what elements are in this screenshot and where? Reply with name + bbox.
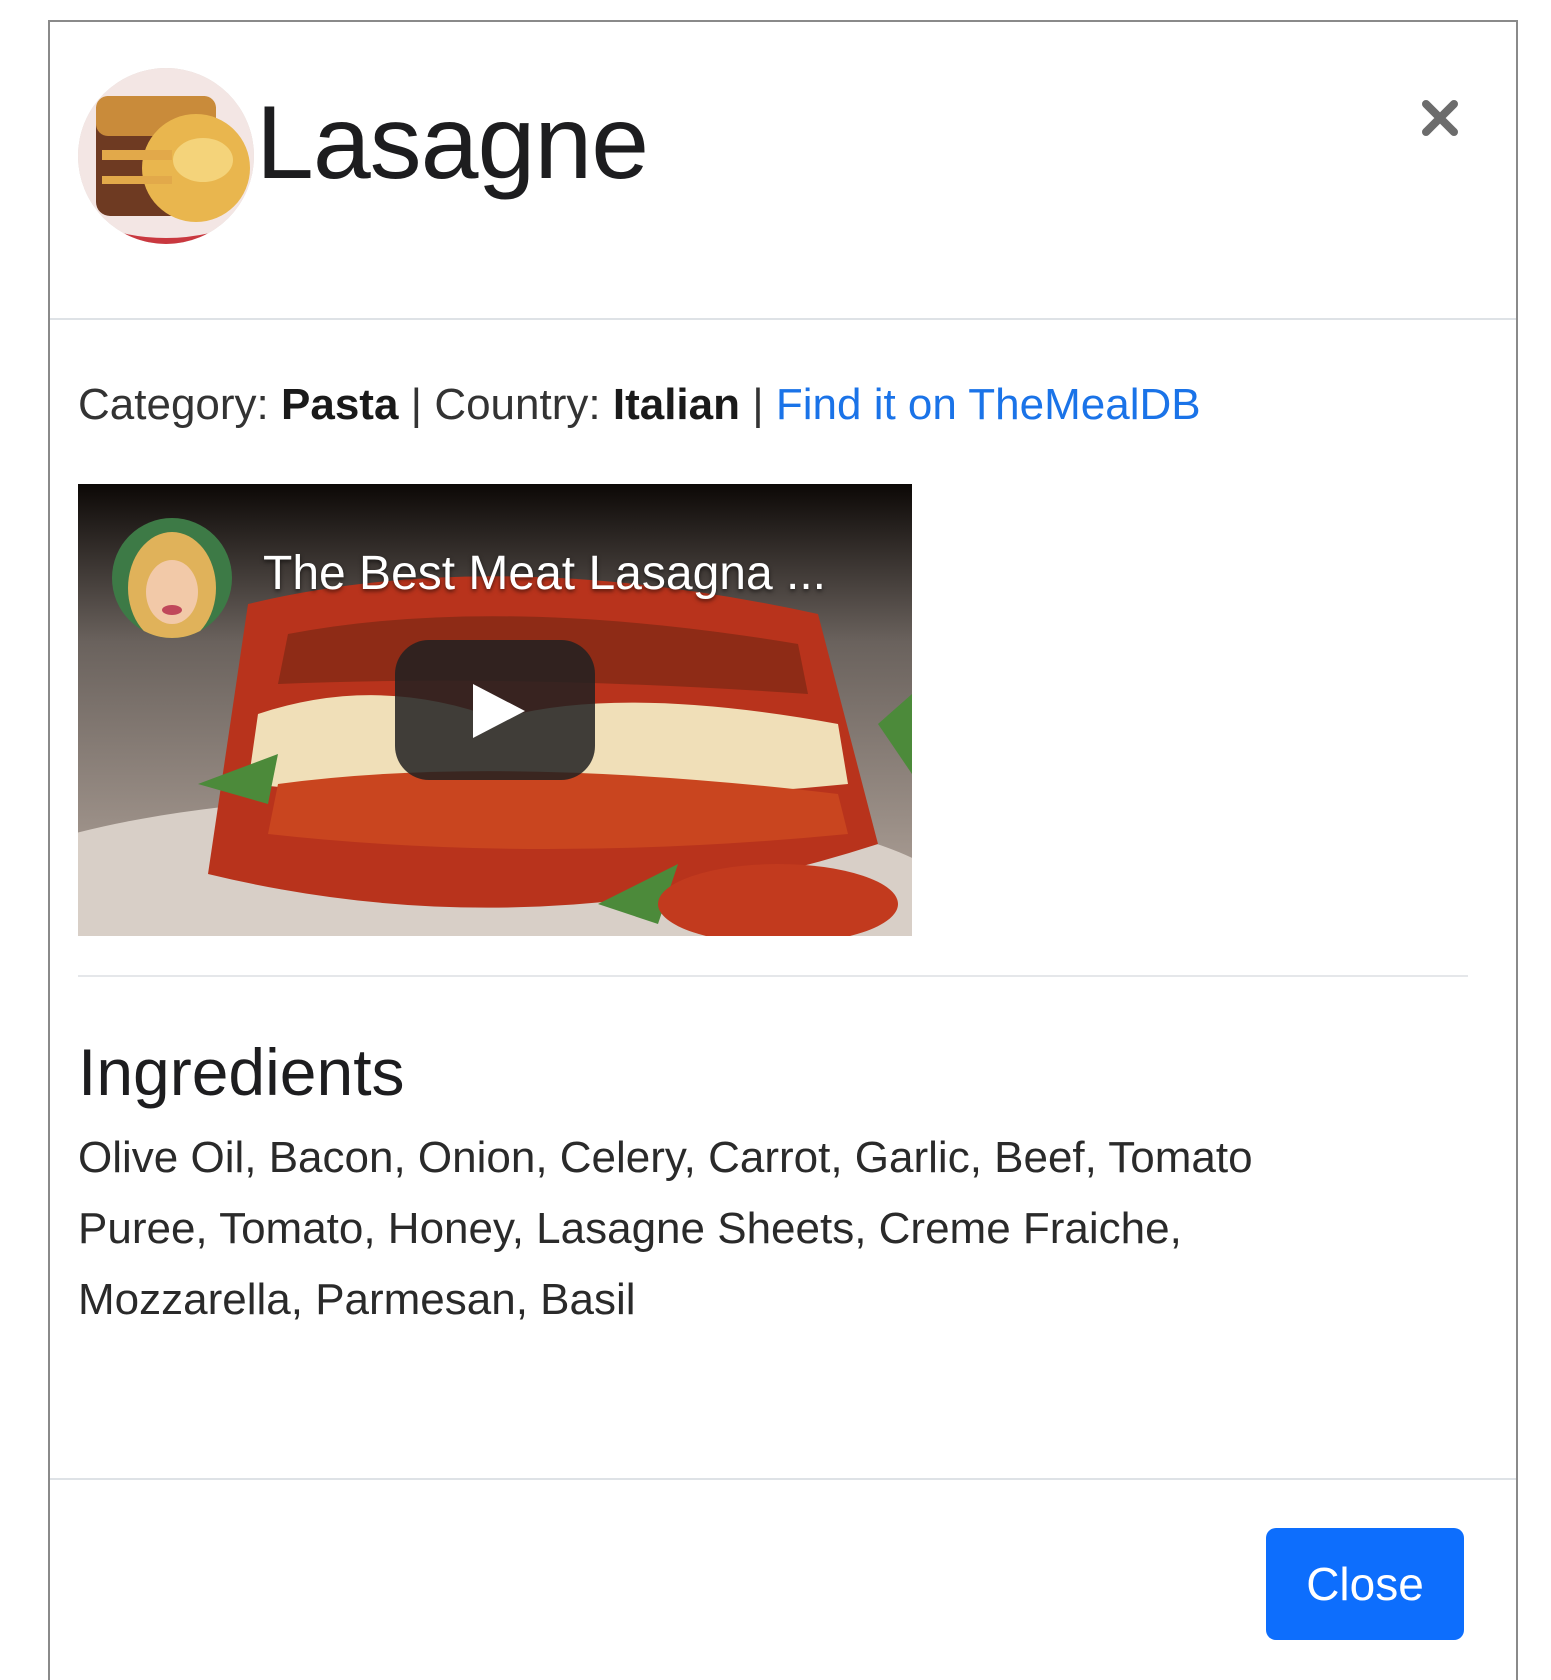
play-button[interactable]: [395, 640, 595, 780]
meta-separator: |: [398, 380, 435, 429]
close-icon[interactable]: [1410, 88, 1470, 148]
meal-modal: Lasagne Category: Pasta | Country: Itali…: [48, 20, 1518, 1680]
country-label: Country:: [434, 380, 601, 429]
modal-footer: Close: [50, 1478, 1516, 1678]
country-value: Italian: [612, 380, 740, 429]
category-label: Category:: [78, 380, 269, 429]
meal-thumbnail: [78, 68, 254, 244]
video-title[interactable]: The Best Meat Lasagna ...: [263, 546, 826, 601]
meal-meta: Category: Pasta | Country: Italian | Fin…: [78, 380, 1201, 430]
channel-avatar[interactable]: [112, 518, 232, 638]
themealdb-link[interactable]: Find it on TheMealDB: [776, 380, 1201, 429]
ingredients-list: Olive Oil, Bacon, Onion, Celery, Carrot,…: [78, 1133, 1253, 1324]
section-divider: [78, 975, 1468, 977]
ingredients-heading: Ingredients: [78, 1035, 405, 1109]
modal-header: Lasagne: [50, 22, 1516, 320]
category-value: Pasta: [281, 380, 399, 429]
close-button[interactable]: Close: [1266, 1528, 1464, 1640]
video-embed[interactable]: The Best Meat Lasagna ...: [78, 484, 912, 936]
play-icon: [473, 684, 525, 738]
modal-body: Category: Pasta | Country: Italian | Fin…: [50, 320, 1516, 1468]
modal-title: Lasagne: [256, 85, 649, 201]
meta-separator: |: [740, 380, 776, 429]
